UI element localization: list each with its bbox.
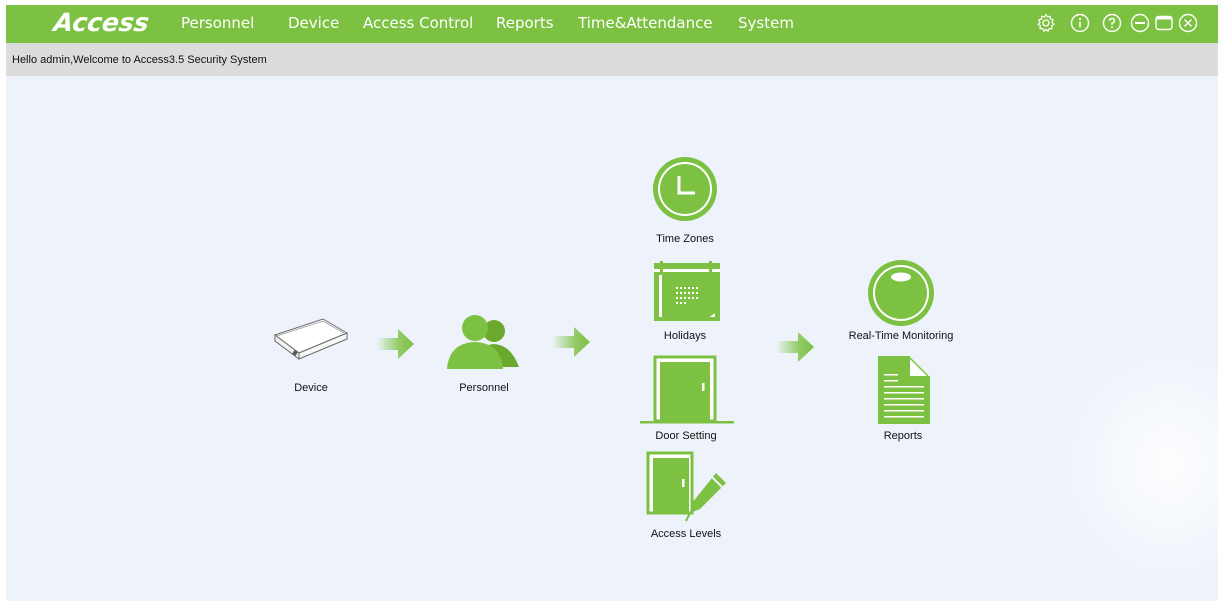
gear-icon[interactable]	[1036, 13, 1056, 33]
reports-label: Reports	[883, 430, 923, 442]
door-icon	[640, 355, 734, 424]
device-icon	[273, 318, 349, 360]
holidays-node[interactable]	[652, 261, 722, 323]
welcome-message: Hello admin,Welcome to Access3.5 Securit…	[12, 54, 267, 66]
menu-system[interactable]: System	[738, 5, 794, 43]
time-zones-node[interactable]	[652, 156, 718, 222]
menu-time-attendance[interactable]: Time&Attendance	[578, 5, 713, 43]
report-document-icon	[878, 356, 930, 424]
real-time-monitoring-node[interactable]	[867, 259, 935, 327]
info-icon[interactable]	[1070, 13, 1090, 33]
menu-reports[interactable]: Reports	[496, 5, 554, 43]
minimize-icon[interactable]	[1130, 13, 1150, 33]
background-glow	[1058, 345, 1218, 585]
door-setting-node[interactable]	[640, 355, 734, 425]
personnel-label: Personnel	[459, 382, 509, 394]
clock-icon	[653, 157, 717, 221]
help-icon[interactable]	[1102, 13, 1122, 33]
menu-access-control[interactable]: Access Control	[363, 5, 473, 43]
close-icon[interactable]	[1178, 13, 1198, 33]
device-label: Device	[294, 382, 328, 394]
top-menu-bar: Access Personnel Device Access Control R…	[6, 5, 1218, 43]
access-levels-label: Access Levels	[650, 528, 722, 540]
menu-personnel[interactable]: Personnel	[181, 5, 254, 43]
door-edit-icon	[646, 451, 726, 522]
arrow-right-icon	[376, 329, 414, 359]
calendar-icon	[654, 261, 720, 321]
holidays-label: Holidays	[663, 330, 707, 342]
door-setting-label: Door Setting	[655, 430, 717, 442]
access-levels-node[interactable]	[646, 451, 732, 523]
monitoring-icon	[868, 260, 934, 326]
app-window: Access Personnel Device Access Control R…	[6, 5, 1218, 601]
personnel-icon	[447, 315, 519, 369]
maximize-icon[interactable]	[1154, 13, 1174, 33]
app-logo: Access	[51, 8, 151, 37]
menu-device[interactable]: Device	[288, 5, 339, 43]
personnel-node[interactable]	[439, 311, 529, 373]
time-zones-label: Time Zones	[656, 233, 714, 245]
arrow-right-icon	[776, 332, 814, 362]
device-node[interactable]	[271, 315, 351, 365]
welcome-bar: Hello admin,Welcome to Access3.5 Securit…	[6, 43, 1218, 76]
arrow-right-icon	[552, 327, 590, 357]
reports-node[interactable]	[876, 354, 932, 426]
real-time-monitoring-label: Real-Time Monitoring	[848, 330, 954, 342]
